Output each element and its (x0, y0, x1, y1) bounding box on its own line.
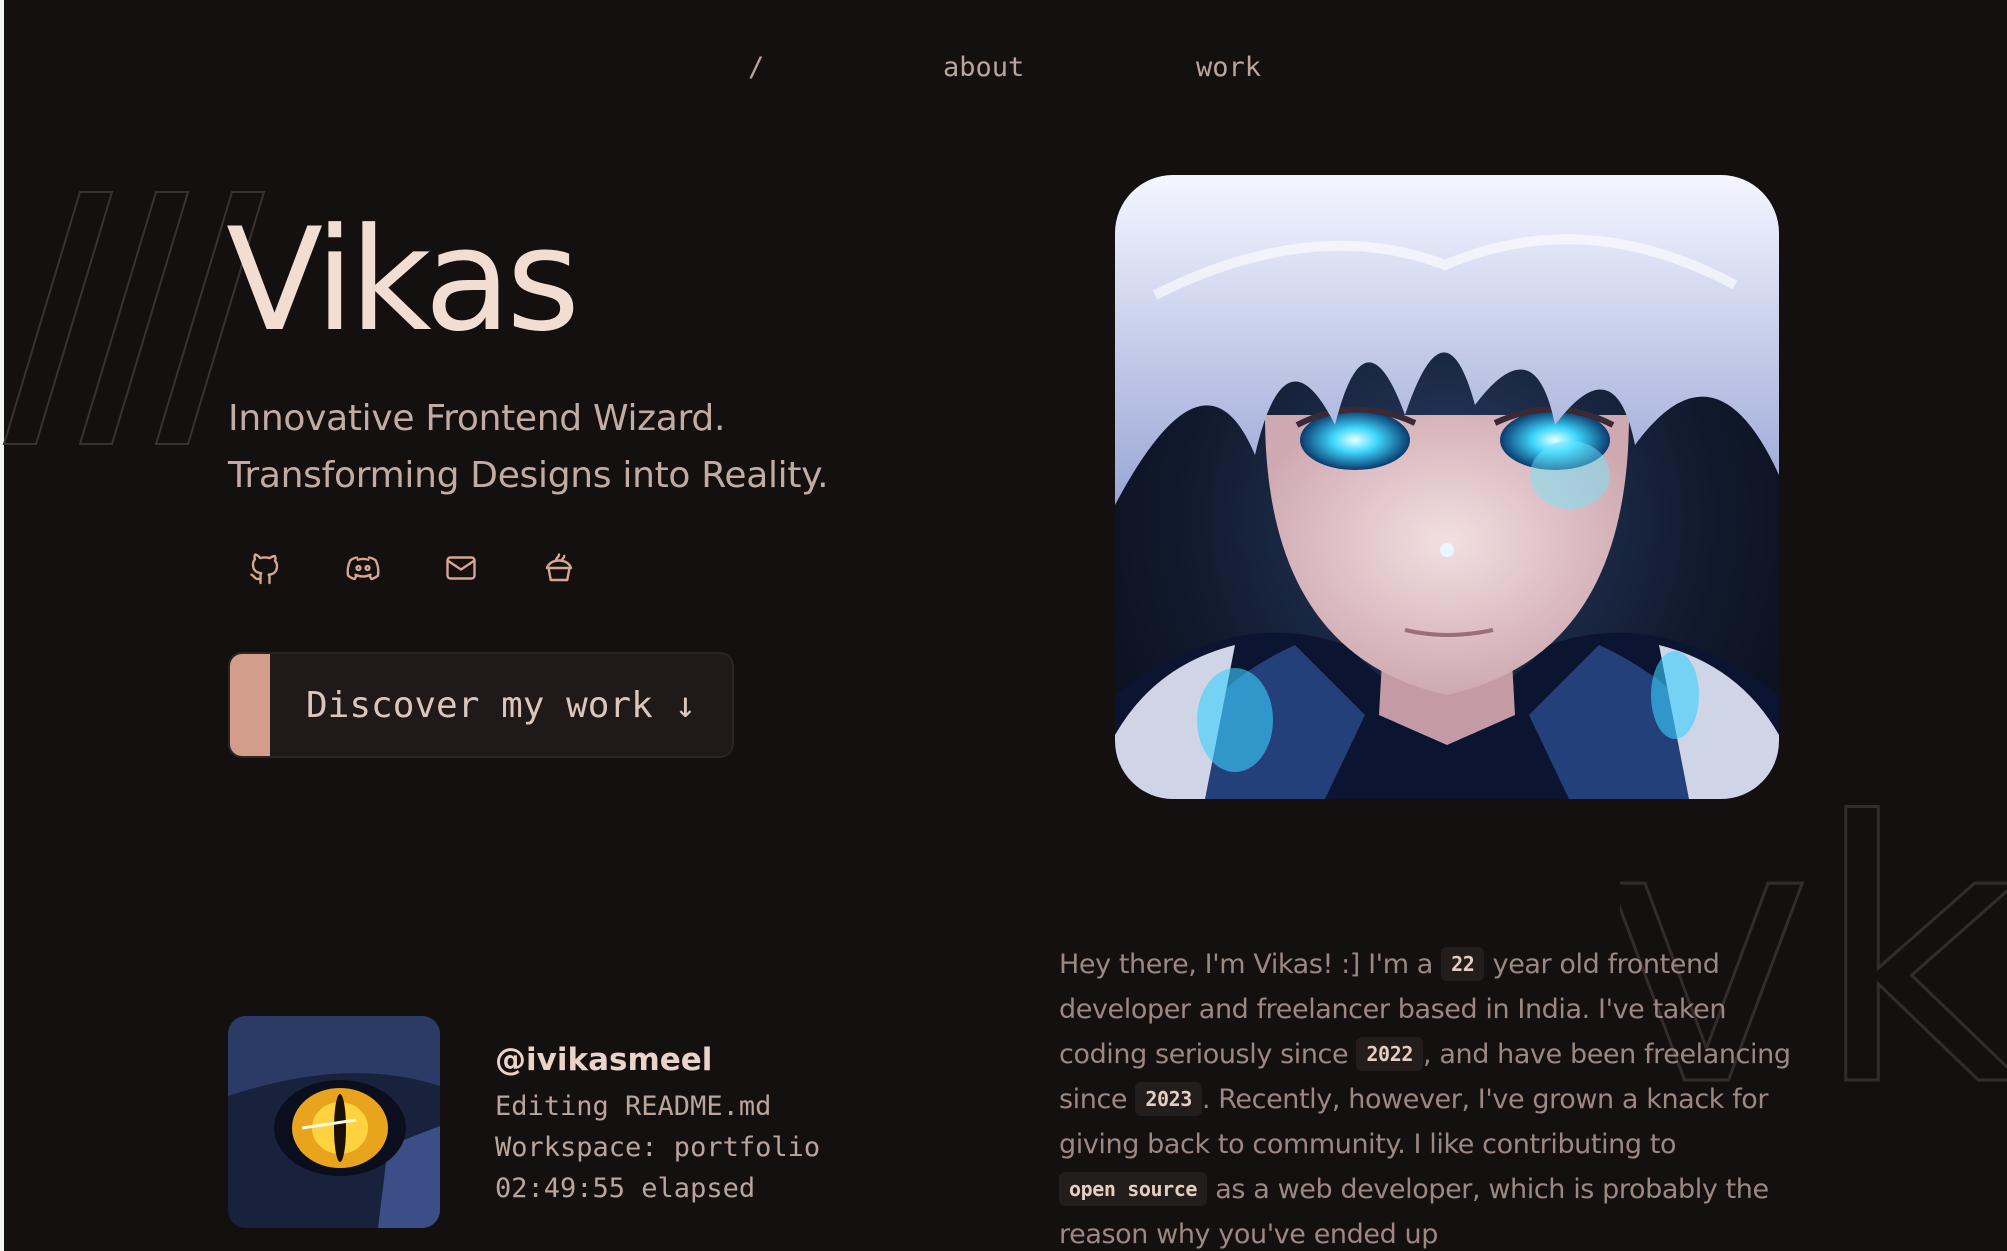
coffee-link[interactable] (539, 548, 579, 588)
about-paragraph: Hey there, I'm Vikas! :] I'm a 22 year o… (1059, 942, 1799, 1251)
presence-elapsed: 02:49:55 elapsed (495, 1173, 756, 1204)
nav-about-link[interactable]: about (943, 52, 1024, 83)
button-accent-bar (230, 654, 270, 756)
portfolio-page: / about work Vikas Innovative Frontend W… (0, 0, 2007, 1251)
cat-eye-avatar-illustration (228, 1016, 440, 1228)
freelance-since-chip: 2023 (1135, 1082, 1202, 1116)
presence-workspace: Workspace: portfolio (495, 1132, 821, 1163)
nav-home-link[interactable]: / (748, 52, 764, 83)
mail-icon (446, 556, 476, 580)
profile-portrait (1115, 175, 1779, 799)
presence-activity: Editing README.md (495, 1091, 772, 1122)
hero-tagline: Innovative Frontend Wizard. Transforming… (228, 390, 829, 504)
discord-link[interactable] (343, 548, 383, 588)
discover-work-button[interactable]: Discover my work ↓ (228, 652, 734, 758)
presence-avatar (228, 1016, 440, 1228)
anime-portrait-illustration (1115, 175, 1779, 799)
hero-name: Vikas (226, 198, 580, 363)
presence-username: @ivikasmeel (495, 1042, 713, 1078)
discord-icon (346, 556, 380, 581)
open-source-chip: open source (1059, 1172, 1208, 1206)
age-chip: 22 (1441, 947, 1485, 981)
coding-since-chip: 2022 (1356, 1037, 1423, 1071)
social-links (245, 548, 579, 588)
email-link[interactable] (441, 548, 481, 588)
tagline-line-1: Innovative Frontend Wizard. (228, 398, 726, 439)
buymeacoffee-icon (545, 553, 573, 582)
discover-work-label: Discover my work ↓ (306, 684, 697, 726)
github-link[interactable] (245, 548, 285, 588)
tagline-line-2: Transforming Designs into Reality. (228, 455, 829, 496)
about-text-1: Hey there, I'm Vikas! :] I'm a (1059, 949, 1433, 980)
nav-work-link[interactable]: work (1196, 52, 1261, 83)
presence-info: @ivikasmeel Editing README.md Workspace:… (495, 1042, 820, 1209)
github-icon (250, 553, 279, 585)
